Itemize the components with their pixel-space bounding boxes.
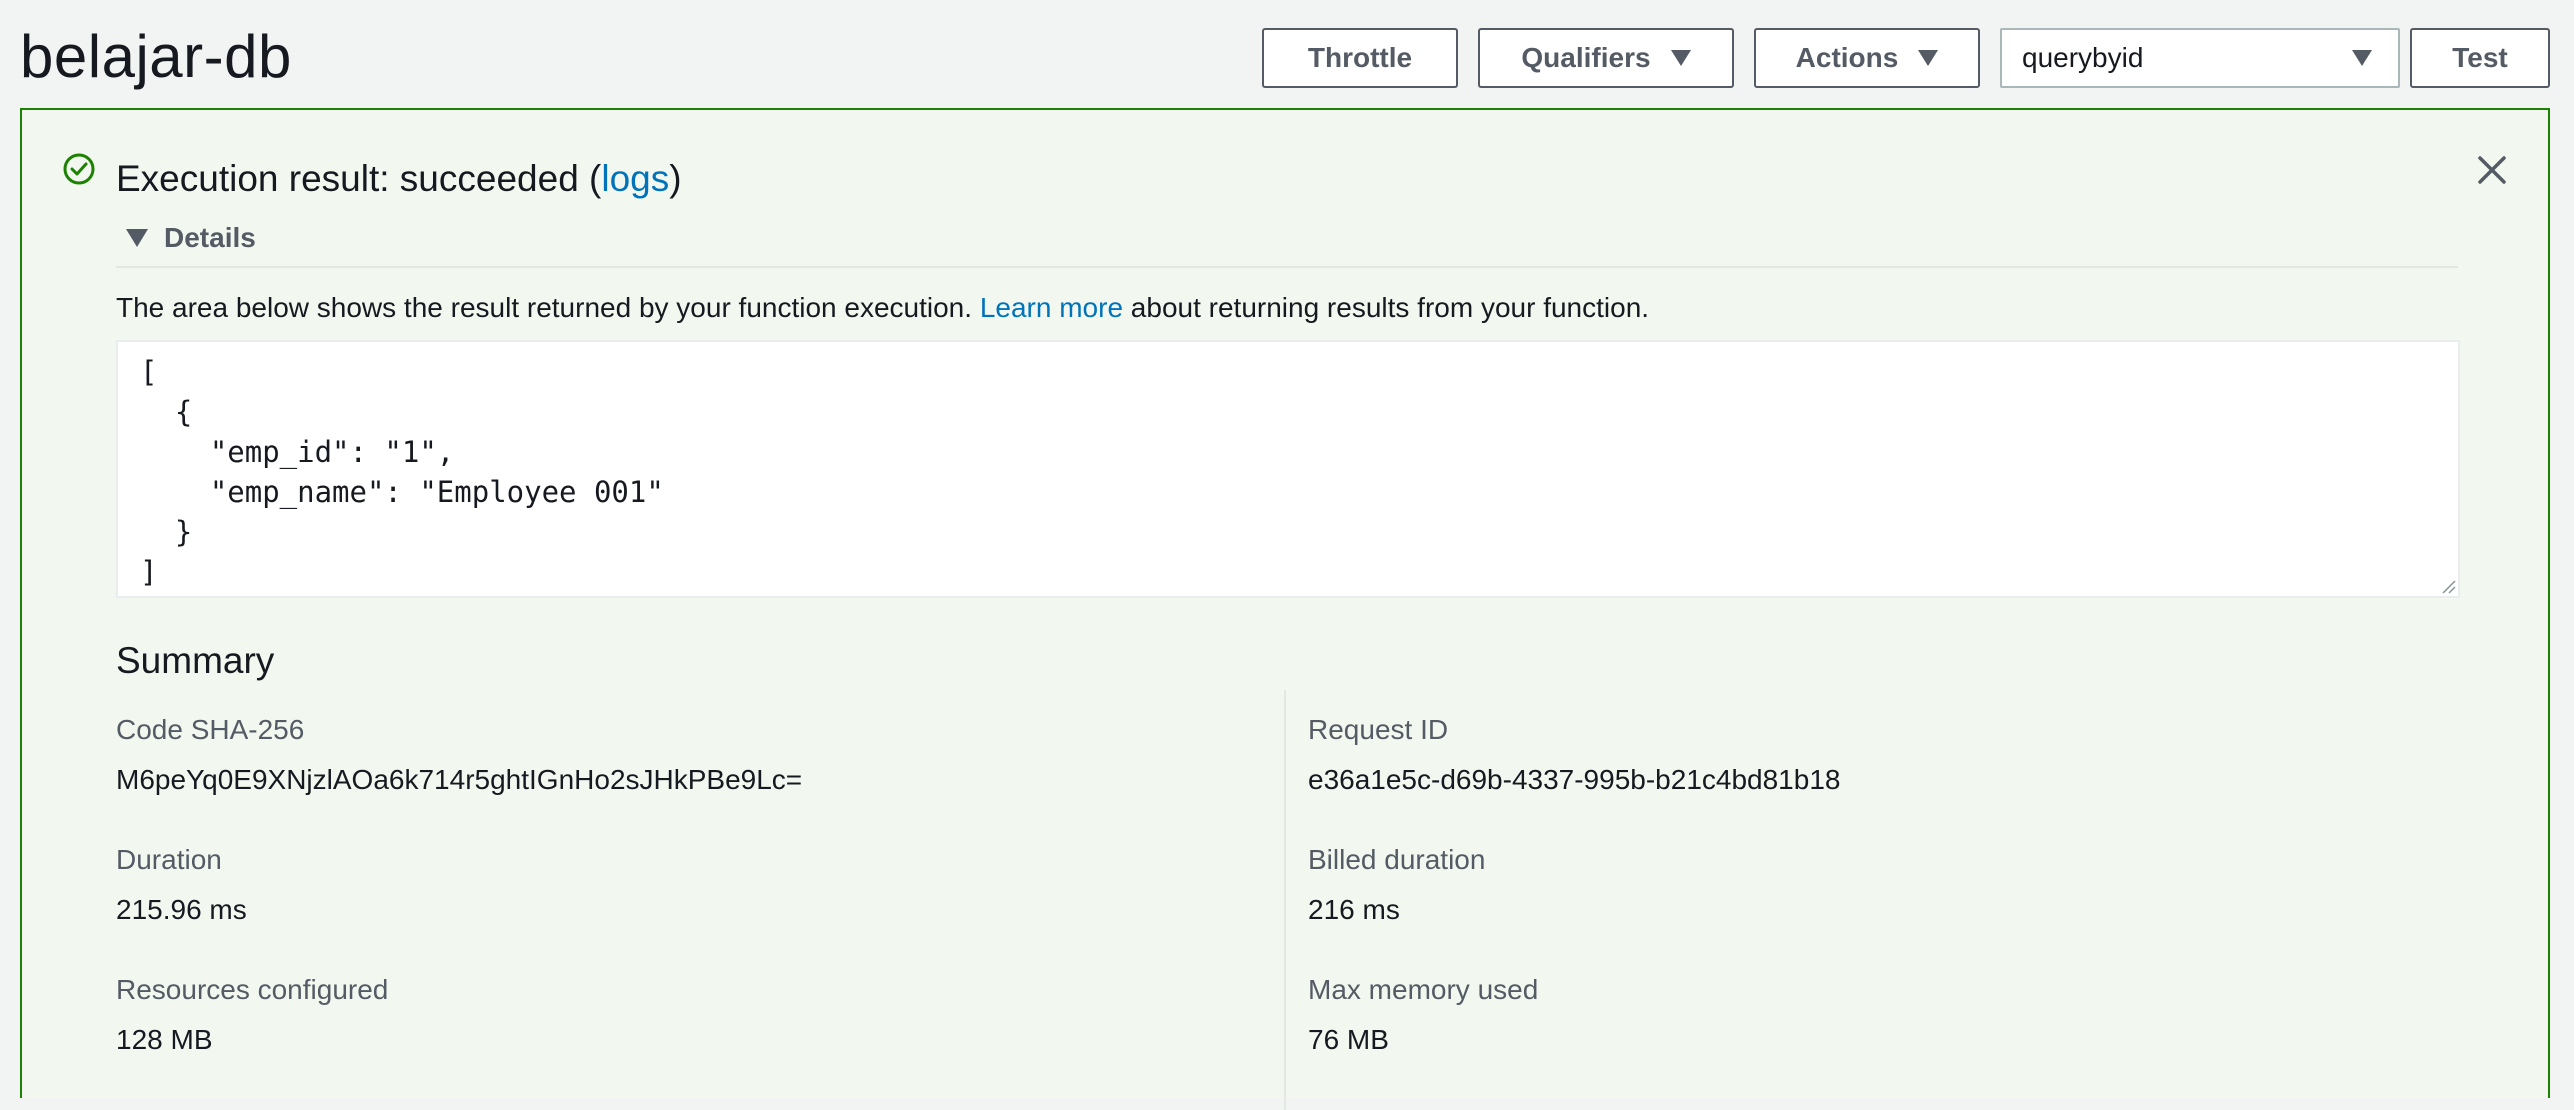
caret-down-icon xyxy=(126,229,148,247)
throttle-button[interactable]: Throttle xyxy=(1262,28,1458,88)
actions-button-label: Actions xyxy=(1795,42,1899,73)
request-id-value: e36a1e5c-d69b-4337-995b-b21c4bd81b18 xyxy=(1308,764,1841,795)
execution-result-panel: Execution result: succeeded (logs) Detai… xyxy=(20,108,2550,1110)
result-output-box[interactable]: [ { "emp_id": "1", "emp_name": "Employee… xyxy=(116,340,2460,598)
details-label: Details xyxy=(164,222,256,253)
max-memory-label: Max memory used xyxy=(1308,974,1539,1005)
result-output-text: [ { "emp_id": "1", "emp_name": "Employee… xyxy=(140,355,664,589)
code-sha-value: M6peYq0E9XNjzlAOa6k714r5ghtIGnHo2sJHkPBe… xyxy=(116,764,803,795)
logs-link[interactable]: logs xyxy=(601,158,669,199)
result-description: The area below shows the result returned… xyxy=(116,292,1649,324)
billed-duration-value: 216 ms xyxy=(1308,894,1400,925)
function-name-title: belajar-db xyxy=(20,23,292,90)
request-id-label: Request ID xyxy=(1308,714,1449,745)
close-icon[interactable] xyxy=(2474,152,2510,188)
billed-duration-label: Billed duration xyxy=(1308,844,1486,875)
learn-more-link[interactable]: Learn more xyxy=(980,292,1123,323)
description-text-suffix: about returning results from your functi… xyxy=(1123,292,1650,323)
check-circle-icon xyxy=(63,153,95,185)
caret-down-icon xyxy=(2352,50,2372,66)
test-button-label: Test xyxy=(2452,42,2508,73)
column-divider xyxy=(1284,690,1286,1110)
description-text: The area below shows the result returned… xyxy=(116,292,980,323)
test-event-select[interactable]: querybyid xyxy=(2000,28,2400,88)
code-sha-label: Code SHA-256 xyxy=(116,714,305,745)
test-event-select-value: querybyid xyxy=(2022,42,2144,73)
duration-label: Duration xyxy=(116,844,222,875)
test-button[interactable]: Test xyxy=(2410,28,2550,88)
page-header: belajar-db Throttle Qualifiers Actions q… xyxy=(0,0,2574,108)
max-memory-value: 76 MB xyxy=(1308,1024,1389,1055)
divider xyxy=(116,266,2458,268)
caret-down-icon xyxy=(1670,50,1691,66)
qualifiers-dropdown-button[interactable]: Qualifiers xyxy=(1478,28,1734,88)
actions-dropdown-button[interactable]: Actions xyxy=(1754,28,1980,88)
duration-value: 215.96 ms xyxy=(116,894,247,925)
execution-result-title: Execution result: succeeded (logs) xyxy=(116,158,682,200)
result-title-suffix: ) xyxy=(669,158,682,199)
details-expander[interactable]: Details xyxy=(126,222,256,254)
summary-heading: Summary xyxy=(116,640,275,681)
resources-configured-value: 128 MB xyxy=(116,1024,213,1055)
resize-handle-icon[interactable] xyxy=(2440,578,2456,594)
resources-configured-label: Resources configured xyxy=(116,974,389,1005)
result-title-prefix: Execution result: succeeded ( xyxy=(116,158,602,199)
caret-down-icon xyxy=(1918,50,1939,66)
throttle-button-label: Throttle xyxy=(1307,42,1413,73)
qualifiers-button-label: Qualifiers xyxy=(1521,42,1651,73)
